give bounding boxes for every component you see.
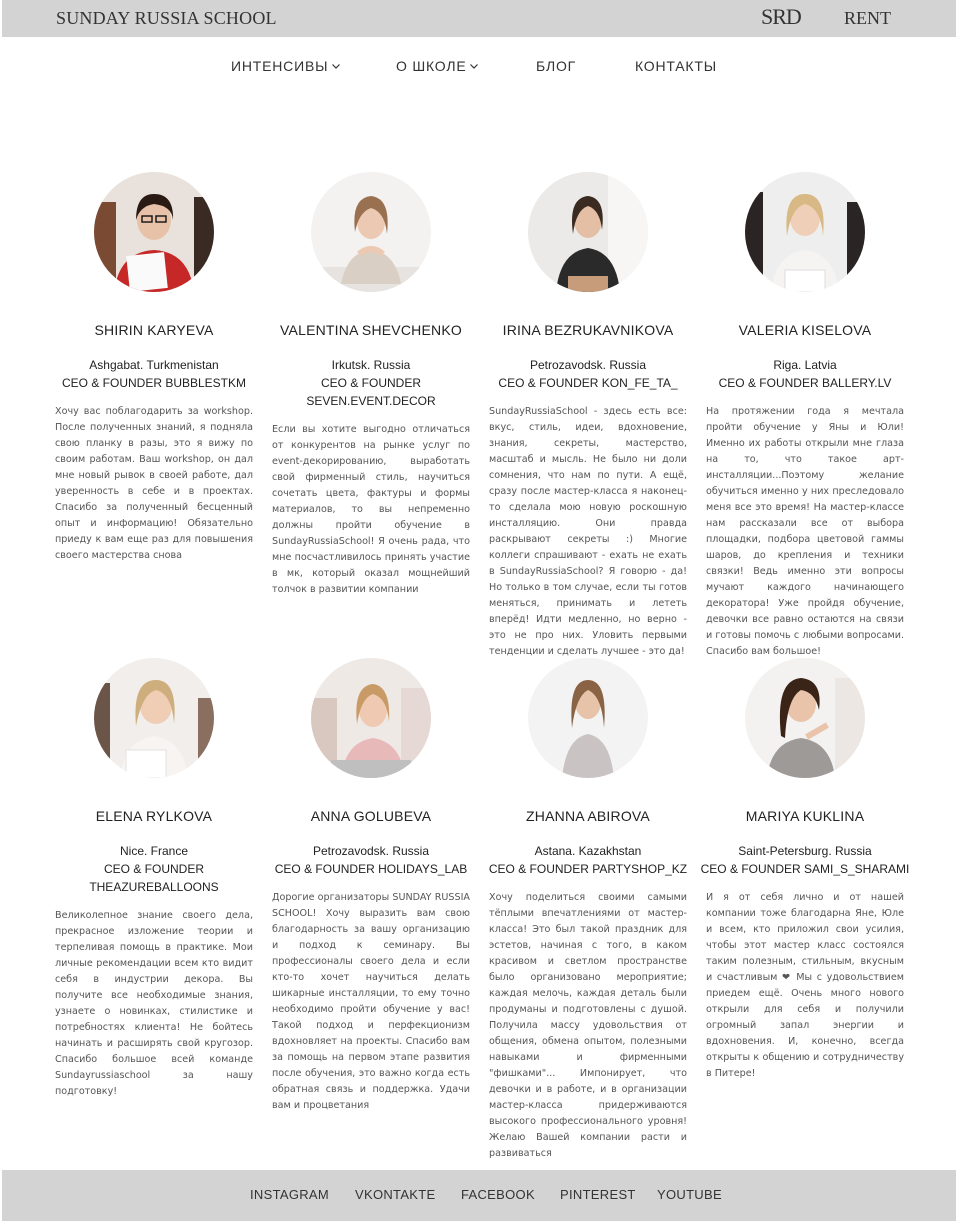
- avatar: [528, 172, 648, 292]
- youtube-link[interactable]: YOUTUBE: [657, 1187, 722, 1202]
- avatar: [94, 658, 214, 778]
- review-text: SundayRussiaSchool - здесь есть все: вку…: [489, 406, 687, 657]
- avatar: [311, 172, 431, 292]
- person-name: ZHANNA ABIROVA: [526, 808, 650, 824]
- person-role: CEO & FOUNDER HOLIDAYS_LAB: [274, 862, 468, 876]
- vkontakte-link[interactable]: VKONTAKTE: [355, 1187, 435, 1202]
- top-bar: SUNDAY RUSSIA SCHOOL SRD RENT: [2, 0, 956, 37]
- rent-link[interactable]: RENT: [844, 8, 891, 29]
- person-company: THEAZUREBALLOONS: [89, 880, 219, 894]
- person-location: Petrozavodsk. Russia: [529, 358, 647, 372]
- review-text: И я от себя лично и от нашей компании то…: [706, 892, 904, 1079]
- person-meta: Saint-Petersburg. Russia CEO & FOUNDER S…: [696, 842, 914, 878]
- person-role: CEO & FOUNDER PARTYSHOP_KZ: [488, 862, 688, 876]
- person-meta: Petrozavodsk. Russia CEO & FOUNDER HOLID…: [262, 842, 480, 878]
- person-role: CEO & FOUNDER: [103, 862, 204, 876]
- nav-item-label: О ШКОЛЕ: [396, 58, 467, 74]
- person-name: SHIRIN KARYEVA: [94, 322, 214, 338]
- instagram-link[interactable]: INSTAGRAM: [250, 1187, 329, 1202]
- person-location: Ashgabat. Turkmenistan: [89, 358, 219, 372]
- person-name: ELENA RYLKOVA: [95, 808, 213, 824]
- person-name: ANNA GOLUBEVA: [310, 808, 432, 824]
- review-text: Великолепное знание своего дела, прекрас…: [55, 910, 253, 1097]
- footer-bar: INSTAGRAM VKONTAKTE FACEBOOK PINTEREST Y…: [2, 1170, 956, 1221]
- person-name: IRINA BEZRUKAVNIKOVA: [502, 322, 674, 338]
- main-nav: ИНТЕНСИВЫ О ШКОЛЕ БЛОГ КОНТАКТЫ: [0, 58, 958, 80]
- review-text: Хочу вас поблагодарить за workshop. Посл…: [55, 406, 253, 561]
- person-company: SEVEN.EVENT.DECOR: [306, 394, 436, 408]
- chevron-down-icon: [332, 64, 341, 69]
- person-role: CEO & FOUNDER BUBBLESTKM: [61, 376, 247, 390]
- nav-item-intensives[interactable]: ИНТЕНСИВЫ: [231, 58, 341, 74]
- person-meta: Astana. Kazakhstan CEO & FOUNDER PARTYSH…: [479, 842, 697, 878]
- nav-item-about[interactable]: О ШКОЛЕ: [396, 58, 479, 74]
- person-location: Petrozavodsk. Russia: [312, 844, 430, 858]
- nav-item-contacts[interactable]: КОНТАКТЫ: [635, 58, 717, 74]
- srd-logo[interactable]: SRD: [761, 4, 802, 30]
- review-text: Если вы хотите выгодно отличаться от кон…: [272, 424, 470, 595]
- nav-item-label: КОНТАКТЫ: [635, 58, 717, 74]
- nav-item-label: ИНТЕНСИВЫ: [231, 58, 329, 74]
- review-text: На протяжении года я мечтала пройти обуч…: [706, 406, 904, 657]
- avatar: [528, 658, 648, 778]
- person-name: VALERIA KISELOVA: [738, 322, 872, 338]
- person-location: Astana. Kazakhstan: [534, 844, 642, 858]
- nav-item-label: БЛОГ: [536, 58, 577, 74]
- person-role: CEO & FOUNDER: [320, 376, 421, 390]
- avatar: [745, 658, 865, 778]
- person-location: Irkutsk. Russia: [331, 358, 411, 372]
- person-role: CEO & FOUNDER KON_FE_TA_: [498, 376, 678, 390]
- person-role: CEO & FOUNDER SAMI_S_SHARAMI: [700, 862, 910, 876]
- avatar: [745, 172, 865, 292]
- facebook-link[interactable]: FACEBOOK: [461, 1187, 535, 1202]
- pinterest-link[interactable]: PINTEREST: [560, 1187, 636, 1202]
- person-location: Saint-Petersburg. Russia: [738, 844, 872, 858]
- review-text: Дорогие организаторы SUNDAY RUSSIA SCHOO…: [272, 892, 470, 1111]
- person-meta: Ashgabat. Turkmenistan CEO & FOUNDER BUB…: [45, 356, 263, 392]
- avatar: [94, 172, 214, 292]
- person-location: Nice. France: [119, 844, 189, 858]
- person-name: VALENTINA SHEVCHENKO: [280, 322, 462, 338]
- person-name: MARIYA KUKLINA: [745, 808, 865, 824]
- nav-item-blog[interactable]: БЛОГ: [536, 58, 576, 74]
- person-role: CEO & FOUNDER BALLERY.LV: [718, 376, 892, 390]
- avatar: [311, 658, 431, 778]
- person-meta: Nice. France CEO & FOUNDER THEAZUREBALLO…: [45, 842, 263, 896]
- brand-name[interactable]: SUNDAY RUSSIA SCHOOL: [56, 8, 277, 29]
- person-meta: Riga. Latvia CEO & FOUNDER BALLERY.LV: [696, 356, 914, 392]
- person-meta: Petrozavodsk. Russia CEO & FOUNDER KON_F…: [479, 356, 697, 392]
- person-meta: Irkutsk. Russia CEO & FOUNDER SEVEN.EVEN…: [262, 356, 480, 410]
- chevron-down-icon: [470, 64, 479, 69]
- person-location: Riga. Latvia: [773, 358, 837, 372]
- review-text: Хочу поделиться своими самыми тёплыми вп…: [489, 892, 687, 1159]
